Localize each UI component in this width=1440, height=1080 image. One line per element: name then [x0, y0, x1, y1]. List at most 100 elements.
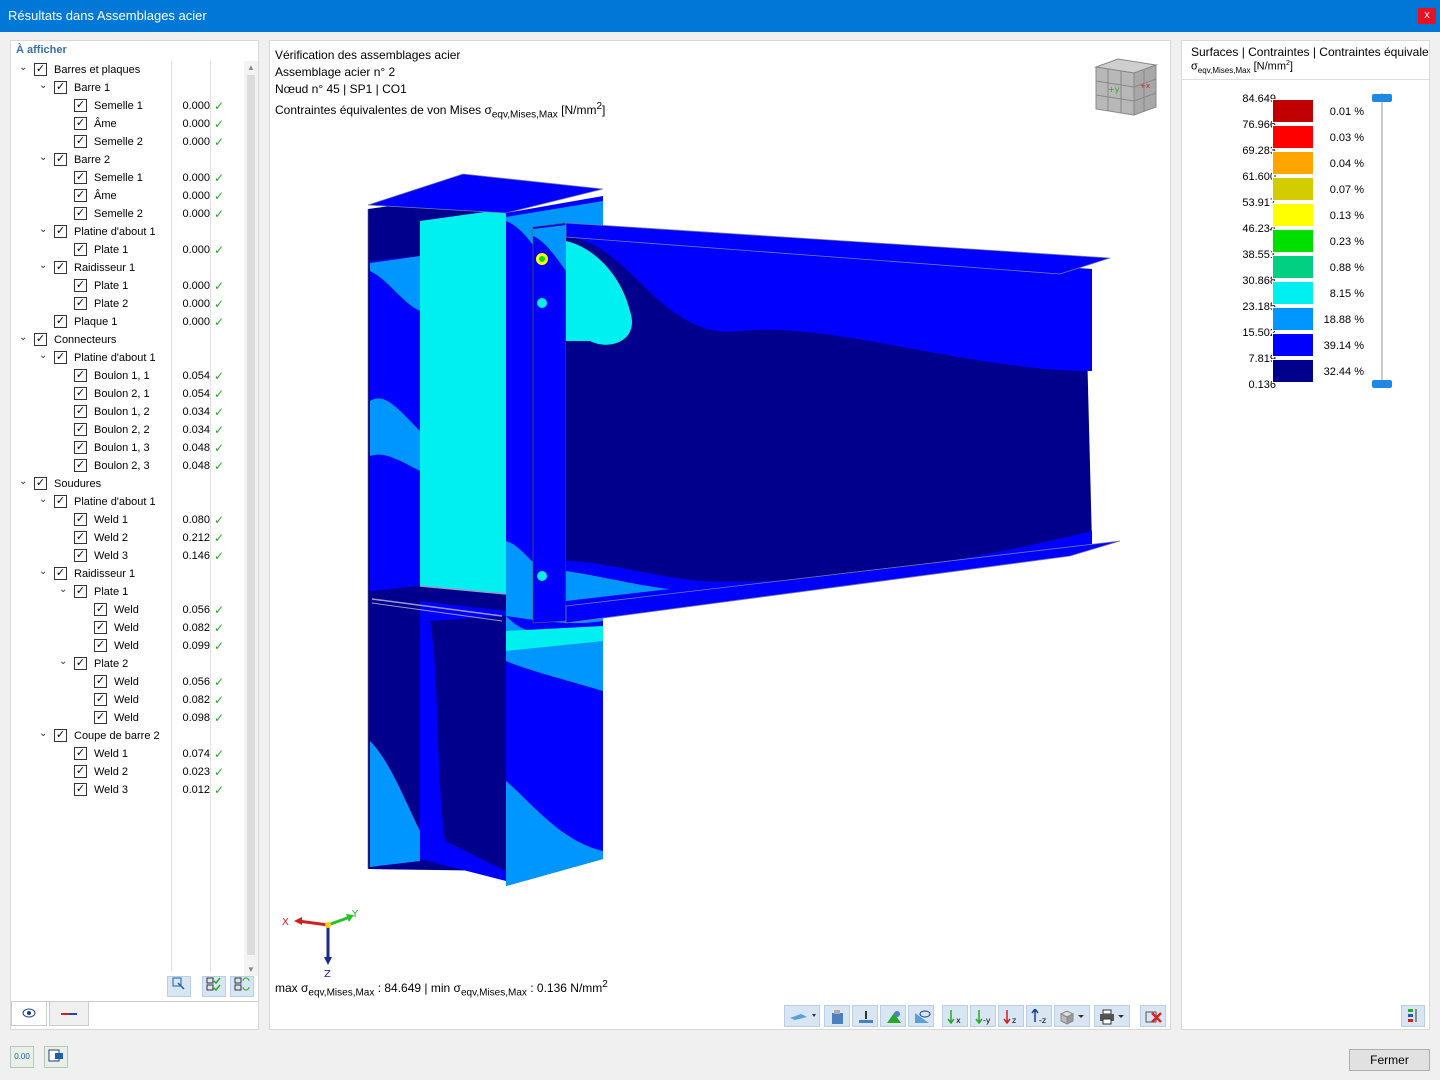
chevron-down-icon[interactable]: ⌄ [59, 584, 71, 595]
tree-checkbox[interactable]: ✓ [94, 693, 107, 706]
tree-checkbox[interactable]: ✓ [74, 765, 87, 778]
view-minus-z-button[interactable]: -z [1026, 1005, 1052, 1027]
tree-row[interactable]: ⌄ ✓ Platine d'about 1 [11, 349, 243, 367]
chevron-down-icon[interactable]: ⌄ [19, 476, 31, 487]
tree-row[interactable]: ✓ Boulon 1, 2 0.034 ✓ [11, 403, 243, 421]
select-in-model-button[interactable] [167, 976, 191, 997]
tree-row[interactable]: ✓ Boulon 1, 1 0.054 ✓ [11, 367, 243, 385]
chevron-down-icon[interactable]: ⌄ [39, 494, 51, 505]
tree-checkbox[interactable]: ✓ [74, 297, 87, 310]
tree-row[interactable]: ✓ Plate 1 0.000 ✓ [11, 241, 243, 259]
legend-range-slider[interactable] [1381, 93, 1383, 387]
tree-row[interactable]: ⌄ ✓ Platine d'about 1 [11, 493, 243, 511]
tree-checkbox[interactable]: ✓ [74, 207, 87, 220]
tree-row[interactable]: ✓ Plaque 1 0.000 ✓ [11, 313, 243, 331]
chevron-down-icon[interactable]: ⌄ [39, 260, 51, 271]
tree-checkbox[interactable]: ✓ [74, 657, 87, 670]
tree-checkbox[interactable]: ✓ [94, 639, 107, 652]
tree-checkbox[interactable]: ✓ [34, 333, 47, 346]
tree-row[interactable]: ✓ Plate 1 0.000 ✓ [11, 277, 243, 295]
tree-checkbox[interactable]: ✓ [74, 405, 87, 418]
tree-row[interactable]: ✓ Weld 0.056 ✓ [11, 673, 243, 691]
tree-checkbox[interactable]: ✓ [54, 153, 67, 166]
tree-checkbox[interactable]: ✓ [94, 675, 107, 688]
support-view-button[interactable] [852, 1005, 878, 1027]
chevron-down-icon[interactable]: ⌄ [39, 728, 51, 739]
tree-row[interactable]: ✓ Weld 0.082 ✓ [11, 619, 243, 637]
tree-checkbox[interactable]: ✓ [74, 585, 87, 598]
tree-checkbox[interactable]: ✓ [74, 279, 87, 292]
tree-checkbox[interactable]: ✓ [54, 567, 67, 580]
tree-row[interactable]: ✓ Semelle 2 0.000 ✓ [11, 205, 243, 223]
isometric-view-button[interactable] [1054, 1005, 1090, 1027]
tree-checkbox[interactable]: ✓ [74, 135, 87, 148]
tree-checkbox[interactable]: ✓ [74, 747, 87, 760]
tree-checkbox[interactable]: ✓ [74, 531, 87, 544]
tree-row[interactable]: ✓ Weld 2 0.023 ✓ [11, 763, 243, 781]
view-minus-y-button[interactable]: -y [970, 1005, 996, 1027]
tree-checkbox[interactable]: ✓ [54, 315, 67, 328]
tree-checkbox[interactable]: ✓ [74, 513, 87, 526]
tree-row[interactable]: ✓ Weld 3 0.012 ✓ [11, 781, 243, 799]
tree-row[interactable]: ✓ Plate 2 0.000 ✓ [11, 295, 243, 313]
view-z-button[interactable]: z [998, 1005, 1024, 1027]
chevron-down-icon[interactable]: ⌄ [19, 332, 31, 343]
tree-row[interactable]: ⌄ ✓ Platine d'about 1 [11, 223, 243, 241]
tree-checkbox[interactable]: ✓ [74, 369, 87, 382]
numeric-format-button[interactable]: 0.00 [10, 1046, 34, 1068]
tree-row[interactable]: ⌄ ✓ Raidisseur 1 [11, 565, 243, 583]
tree-checkbox[interactable]: ✓ [74, 441, 87, 454]
graphics-view[interactable]: Vérification des assemblages acier Assem… [269, 40, 1171, 1030]
tree-checkbox[interactable]: ✓ [74, 171, 87, 184]
tree-checkbox[interactable]: ✓ [94, 621, 107, 634]
tree-row[interactable]: ⌄ ✓ Plate 2 [11, 655, 243, 673]
chevron-down-icon[interactable]: ⌄ [39, 80, 51, 91]
chevron-down-icon[interactable]: ⌄ [39, 224, 51, 235]
tree-row[interactable]: ✓ Weld 0.098 ✓ [11, 709, 243, 727]
steel-joint-model[interactable] [270, 41, 1170, 901]
tree-row[interactable]: ✓ Semelle 1 0.000 ✓ [11, 97, 243, 115]
tree-checkbox[interactable]: ✓ [94, 711, 107, 724]
tree-row[interactable]: ⌄ ✓ Barres et plaques [11, 61, 243, 79]
tree-row[interactable]: ✓ Âme 0.000 ✓ [11, 115, 243, 133]
tree-row[interactable]: ⌄ ✓ Barre 1 [11, 79, 243, 97]
tree-row[interactable]: ✓ Weld 0.082 ✓ [11, 691, 243, 709]
tree-row[interactable]: ✓ Weld 1 0.080 ✓ [11, 511, 243, 529]
tree-scrollbar[interactable]: ▲ ▼ [244, 61, 258, 976]
print-button[interactable] [1094, 1005, 1130, 1027]
tree-row[interactable]: ✓ Âme 0.000 ✓ [11, 187, 243, 205]
tree-row[interactable]: ✓ Boulon 1, 3 0.048 ✓ [11, 439, 243, 457]
tree-checkbox[interactable]: ✓ [54, 225, 67, 238]
tree-checkbox[interactable]: ✓ [74, 189, 87, 202]
tree-checkbox[interactable]: ✓ [34, 477, 47, 490]
tree-row[interactable]: ✓ Semelle 2 0.000 ✓ [11, 133, 243, 151]
load-view-button[interactable] [880, 1005, 906, 1027]
tree-checkbox[interactable]: ✓ [94, 603, 107, 616]
view-x-button[interactable]: x [942, 1005, 968, 1027]
close-button[interactable]: Fermer [1349, 1049, 1430, 1071]
reset-view-button[interactable] [1140, 1005, 1166, 1027]
tree-checkbox[interactable]: ✓ [74, 783, 87, 796]
display-mode-button[interactable] [784, 1005, 820, 1027]
tree-row[interactable]: ✓ Weld 2 0.212 ✓ [11, 529, 243, 547]
tree-row[interactable]: ✓ Boulon 2, 3 0.048 ✓ [11, 457, 243, 475]
tree-row[interactable]: ✓ Semelle 1 0.000 ✓ [11, 169, 243, 187]
tree-row[interactable]: ✓ Weld 1 0.074 ✓ [11, 745, 243, 763]
chevron-down-icon[interactable]: ⌄ [59, 656, 71, 667]
close-icon[interactable]: x [1418, 8, 1436, 24]
export-button[interactable] [44, 1046, 68, 1068]
legend-settings-button[interactable] [1401, 1005, 1425, 1027]
tree-checkbox[interactable]: ✓ [34, 63, 47, 76]
tree-row[interactable]: ⌄ ✓ Raidisseur 1 [11, 259, 243, 277]
scroll-thumb[interactable] [247, 75, 255, 955]
tree-checkbox[interactable]: ✓ [54, 81, 67, 94]
navigation-cube-icon[interactable]: +y +x [1088, 55, 1158, 119]
chevron-down-icon[interactable]: ⌄ [19, 62, 31, 73]
slider-max-handle[interactable] [1372, 94, 1392, 102]
tab-colors[interactable] [49, 1002, 89, 1026]
tree-row[interactable]: ⌄ ✓ Connecteurs [11, 331, 243, 349]
tree-row[interactable]: ⌄ ✓ Plate 1 [11, 583, 243, 601]
tree-checkbox[interactable]: ✓ [74, 423, 87, 436]
tree-checkbox[interactable]: ✓ [54, 261, 67, 274]
tree-row[interactable]: ⌄ ✓ Barre 2 [11, 151, 243, 169]
